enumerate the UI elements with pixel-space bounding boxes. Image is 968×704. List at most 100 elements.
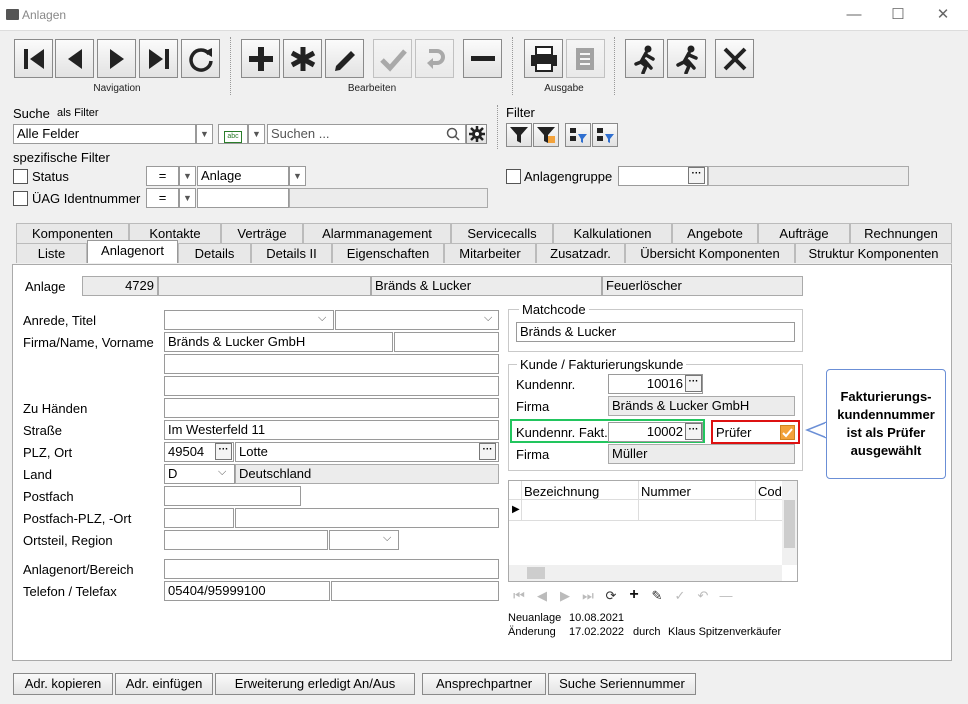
minimize-button[interactable]: — [845, 6, 863, 24]
export-button[interactable] [566, 39, 605, 78]
anlagengruppe-checkbox[interactable] [506, 169, 521, 184]
close-form-button[interactable] [715, 39, 754, 78]
run-action-2-button[interactable] [667, 39, 706, 78]
filter-tree-2-button[interactable] [592, 123, 618, 147]
grid-hscrollbar[interactable] [509, 565, 782, 581]
tab-angebote[interactable]: Angebote [672, 223, 758, 243]
save-button[interactable] [373, 39, 412, 78]
anlagengruppe-lookup-button[interactable]: ··· [688, 167, 705, 184]
last-record-button[interactable] [139, 39, 178, 78]
mini-delete-icon[interactable]: — [717, 587, 735, 605]
first-record-button[interactable] [14, 39, 53, 78]
next-record-button[interactable] [97, 39, 136, 78]
grid-vscroll-thumb[interactable] [784, 500, 795, 548]
firma-line2-input[interactable] [164, 354, 499, 374]
zuhanden-input[interactable] [164, 398, 499, 418]
search-input[interactable]: Suchen ... [267, 124, 466, 144]
postfach-ort-input[interactable] [235, 508, 499, 528]
grid-hscroll-thumb[interactable] [527, 567, 545, 579]
previous-record-button[interactable] [55, 39, 94, 78]
adr-kopieren-button[interactable]: Adr. kopieren [13, 673, 113, 695]
postfach-input[interactable] [164, 486, 301, 506]
filter-button[interactable] [506, 123, 532, 147]
tab-details[interactable]: Details [178, 243, 251, 263]
tab-struktur-komponenten[interactable]: Struktur Komponenten [795, 243, 952, 263]
uag-checkbox[interactable] [13, 191, 28, 206]
chevron-down-icon[interactable]: ▼ [248, 124, 265, 144]
ort-lookup-button[interactable]: ··· [479, 443, 496, 460]
mini-edit-icon[interactable]: ✎ [648, 587, 666, 605]
tab-übersicht-komponenten[interactable]: Übersicht Komponenten [625, 243, 795, 263]
print-button[interactable] [524, 39, 563, 78]
anlagenort-input[interactable] [164, 559, 499, 579]
tab-anlagenort[interactable]: Anlagenort [87, 240, 178, 263]
mini-refresh-icon[interactable]: ⟳ [602, 587, 620, 605]
uag-operator-select[interactable]: = [146, 188, 179, 208]
strasse-input[interactable]: Im Westerfeld 11 [164, 420, 499, 440]
grid-column-bezeichnung[interactable]: Bezeichnung [524, 484, 599, 499]
vorname-input[interactable] [394, 332, 499, 352]
matchcode-input[interactable]: Bränds & Lucker [516, 322, 795, 342]
uag-value-input[interactable] [197, 188, 289, 208]
chevron-down-icon[interactable]: ⌵ [318, 312, 326, 325]
ortsteil-input[interactable] [164, 530, 328, 550]
tab-details-ii[interactable]: Details II [251, 243, 332, 263]
search-mode-select[interactable]: abc [218, 124, 248, 144]
kundennr-lookup-button[interactable]: ··· [685, 375, 702, 392]
telefon-input[interactable]: 05404/95999100 [164, 581, 330, 601]
tab-aufträge[interactable]: Aufträge [758, 223, 850, 243]
maximize-button[interactable]: ☐ [889, 6, 907, 24]
new-button[interactable] [283, 39, 322, 78]
mini-prev-icon[interactable]: ◀ [533, 587, 551, 605]
chevron-down-icon[interactable]: ▼ [179, 166, 196, 186]
search-settings-button[interactable] [466, 124, 487, 144]
pruefer-checkbox[interactable] [780, 425, 795, 440]
tab-servicecalls[interactable]: Servicecalls [451, 223, 553, 243]
chevron-down-icon[interactable]: ▼ [179, 188, 196, 208]
run-action-button[interactable] [625, 39, 664, 78]
grid-column-cod[interactable]: Cod [758, 484, 782, 499]
plz-lookup-button[interactable]: ··· [215, 443, 232, 460]
grid-column-nummer[interactable]: Nummer [641, 484, 691, 499]
postfach-plz-input[interactable] [164, 508, 234, 528]
mini-undo-icon[interactable]: ↶ [694, 587, 712, 605]
filter-tree-button[interactable] [565, 123, 591, 147]
edit-button[interactable] [325, 39, 364, 78]
status-operator-select[interactable]: = [146, 166, 179, 186]
add-button[interactable] [241, 39, 280, 78]
ansprechpartner-button[interactable]: Ansprechpartner [422, 673, 546, 695]
status-checkbox[interactable] [13, 169, 28, 184]
tab-kalkulationen[interactable]: Kalkulationen [553, 223, 672, 243]
suche-seriennummer-button[interactable]: Suche Seriennummer [548, 673, 696, 695]
tab-eigenschaften[interactable]: Eigenschaften [332, 243, 444, 263]
ort-input[interactable]: Lotte [235, 442, 499, 462]
chevron-down-icon[interactable]: ⌵ [484, 312, 492, 325]
filter-clear-button[interactable] [533, 123, 559, 147]
delete-record-button[interactable] [463, 39, 502, 78]
tab-rechnungen[interactable]: Rechnungen [850, 223, 952, 243]
adr-einfuegen-button[interactable]: Adr. einfügen [115, 673, 213, 695]
titel-select[interactable] [335, 310, 499, 330]
search-icon[interactable] [446, 127, 460, 144]
status-value-select[interactable]: Anlage [197, 166, 289, 186]
firma-input[interactable]: Bränds & Lucker GmbH [164, 332, 393, 352]
close-window-button[interactable]: ✕ [934, 6, 952, 24]
tab-mitarbeiter[interactable]: Mitarbeiter [444, 243, 536, 263]
mini-last-icon[interactable]: ⏭ [579, 587, 597, 605]
firma-line3-input[interactable] [164, 376, 499, 396]
chevron-down-icon[interactable]: ▼ [196, 124, 213, 144]
chevron-down-icon[interactable]: ⌵ [218, 466, 226, 479]
tab-verträge[interactable]: Verträge [221, 223, 303, 243]
tab-alarmmanagement[interactable]: Alarmmanagement [303, 223, 451, 243]
tab-zusatzadr-[interactable]: Zusatzadr. [536, 243, 625, 263]
anrede-select[interactable] [164, 310, 334, 330]
telefax-input[interactable] [331, 581, 499, 601]
chevron-down-icon[interactable]: ⌵ [383, 532, 391, 545]
erweiterung-button[interactable]: Erweiterung erledigt An/Aus [215, 673, 415, 695]
chevron-down-icon[interactable]: ▼ [289, 166, 306, 186]
mini-first-icon[interactable]: ⏮ [510, 587, 528, 605]
mini-add-icon[interactable]: + [625, 586, 643, 604]
mini-save-icon[interactable]: ✓ [671, 587, 689, 605]
search-field-select[interactable]: Alle Felder [13, 124, 196, 144]
tab-liste[interactable]: Liste [16, 243, 87, 263]
